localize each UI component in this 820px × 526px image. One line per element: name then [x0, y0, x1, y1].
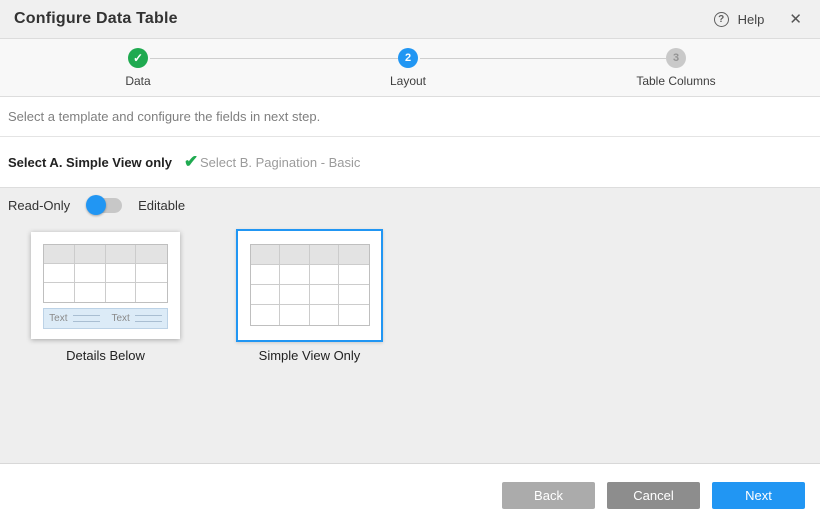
toggle-knob[interactable]	[86, 195, 106, 215]
close-icon[interactable]: ✕	[785, 10, 806, 29]
detail-field: Text	[112, 313, 162, 324]
step-data[interactable]: ✓ Data	[78, 48, 198, 88]
step-table-columns-label: Table Columns	[616, 74, 736, 88]
cancel-button[interactable]: Cancel	[607, 482, 700, 509]
configure-data-table-dialog: Configure Data Table ? Help ✕ ✓ Data 2 L…	[0, 0, 820, 526]
step-layout-label: Layout	[348, 74, 468, 88]
editable-label: Editable	[138, 198, 185, 213]
mode-toggle-row: Read-Only Editable	[0, 188, 820, 218]
selected-check-icon: ✔	[184, 152, 198, 172]
instruction-row: Select a template and configure the fiel…	[0, 97, 820, 137]
template-selector-row: Select A. Simple View only ✔ Select B. P…	[0, 137, 820, 188]
template-card-simple-view-only[interactable]	[236, 229, 383, 342]
details-below-caption: Details Below	[31, 348, 180, 363]
step-complete-check-icon: ✓	[128, 48, 148, 68]
detail-field-label: Text	[49, 313, 67, 324]
details-below-thumbnail-table	[43, 244, 168, 303]
instruction-text: Select a template and configure the fiel…	[8, 109, 320, 124]
read-only-editable-toggle[interactable]	[88, 198, 122, 213]
header-actions: ? Help ✕	[714, 10, 806, 29]
dialog-title: Configure Data Table	[14, 10, 178, 28]
dialog-footer: Back Cancel Next	[0, 464, 820, 526]
step-layout[interactable]: 2 Layout	[348, 48, 468, 88]
next-button[interactable]: Next	[712, 482, 805, 509]
option-pagination-basic-label: Select B. Pagination - Basic	[200, 155, 360, 170]
step-data-label: Data	[78, 74, 198, 88]
option-simple-view-only-label: Select A. Simple View only	[8, 155, 172, 170]
template-card-details-below[interactable]: Text Text	[31, 232, 180, 339]
help-icon[interactable]: ?	[714, 12, 729, 27]
step-table-columns-number: 3	[666, 48, 686, 68]
detail-field: Text	[49, 313, 99, 324]
wizard-stepper: ✓ Data 2 Layout 3 Table Columns	[0, 39, 820, 97]
read-only-label: Read-Only	[8, 198, 70, 213]
option-pagination-basic[interactable]: Select B. Pagination - Basic	[200, 137, 360, 187]
simple-view-only-caption: Simple View Only	[235, 348, 384, 363]
option-simple-view-only[interactable]: Select A. Simple View only ✔	[8, 137, 198, 187]
step-layout-number: 2	[398, 48, 418, 68]
details-below-detail-strip: Text Text	[43, 308, 168, 329]
template-gallery-panel: Read-Only Editable Text Text	[0, 188, 820, 464]
detail-field-lines	[73, 315, 100, 322]
detail-field-lines	[135, 315, 162, 322]
step-table-columns[interactable]: 3 Table Columns	[616, 48, 736, 88]
detail-field-label: Text	[112, 313, 130, 324]
simple-view-thumbnail-table	[250, 244, 370, 326]
help-button[interactable]: Help	[738, 12, 765, 27]
dialog-header: Configure Data Table ? Help ✕	[0, 0, 820, 39]
back-button[interactable]: Back	[502, 482, 595, 509]
